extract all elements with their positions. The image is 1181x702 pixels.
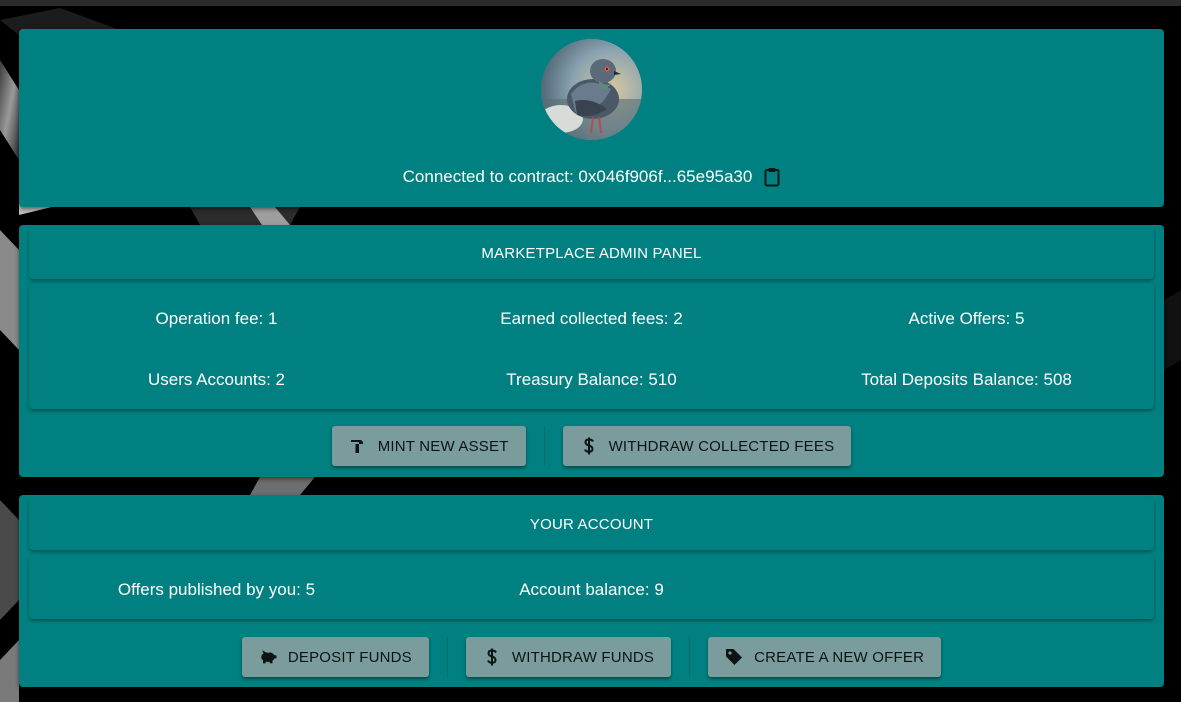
clipboard-icon[interactable] — [764, 167, 780, 187]
dollar-icon — [580, 437, 598, 455]
deposit-funds-button[interactable]: DEPOSIT FUNDS — [241, 637, 429, 677]
account-title: YOUR ACCOUNT — [529, 515, 654, 533]
admin-stats-grid: Operation fee: 1 Earned collected fees: … — [29, 283, 1154, 409]
pigeon-avatar-image — [541, 39, 642, 140]
button-divider — [543, 426, 545, 466]
admin-panel-card: MARKETPLACE ADMIN PANEL Operation fee: 1… — [19, 225, 1164, 477]
mint-new-asset-label: MINT NEW ASSET — [377, 437, 509, 455]
contract-card: Connected to contract: 0x046f906f...65e9… — [19, 29, 1164, 207]
button-divider — [689, 637, 691, 677]
earned-fees-stat: Earned collected fees: 2 — [500, 309, 683, 328]
withdraw-collected-fees-label: WITHDRAW COLLECTED FEES — [608, 437, 835, 455]
account-card: YOUR ACCOUNT Offers published by you: 5 … — [19, 495, 1164, 687]
admin-actions: MINT NEW ASSET WITHDRAW COLLECTED FEES — [19, 426, 1164, 466]
offers-published-stat: Offers published by you: 5 — [117, 580, 316, 599]
withdraw-funds-label: WITHDRAW FUNDS — [511, 648, 655, 666]
hammer-icon — [349, 437, 367, 455]
account-actions: DEPOSIT FUNDS WITHDRAW FUNDS CREATE A NE… — [19, 637, 1164, 677]
account-header: YOUR ACCOUNT — [29, 498, 1154, 550]
deposit-funds-label: DEPOSIT FUNDS — [287, 648, 412, 666]
admin-panel-title: MARKETPLACE ADMIN PANEL — [481, 244, 702, 262]
button-divider — [446, 637, 448, 677]
dollar-icon — [483, 648, 501, 666]
withdraw-collected-fees-button[interactable]: WITHDRAW COLLECTED FEES — [562, 426, 852, 466]
withdraw-funds-button[interactable]: WITHDRAW FUNDS — [465, 637, 672, 677]
total-deposits-stat: Total Deposits Balance: 508 — [861, 370, 1072, 389]
users-accounts-stat: Users Accounts: 2 — [147, 370, 285, 389]
piggy-bank-icon — [259, 648, 277, 666]
tag-icon — [725, 648, 743, 666]
contract-address-label: Connected to contract: 0x046f906f...65e9… — [402, 167, 753, 186]
operation-fee-stat: Operation fee: 1 — [155, 309, 278, 328]
create-new-offer-button[interactable]: CREATE A NEW OFFER — [708, 637, 942, 677]
create-new-offer-label: CREATE A NEW OFFER — [754, 648, 925, 666]
account-stats-grid: Offers published by you: 5 Account balan… — [29, 555, 1154, 619]
treasury-balance-stat: Treasury Balance: 510 — [506, 370, 677, 389]
admin-panel-header: MARKETPLACE ADMIN PANEL — [29, 227, 1154, 279]
account-balance-stat: Account balance: 9 — [519, 580, 664, 599]
avatar — [541, 39, 642, 140]
contract-address-row: Connected to contract: 0x046f906f...65e9… — [19, 165, 1164, 189]
mint-new-asset-button[interactable]: MINT NEW ASSET — [331, 426, 526, 466]
active-offers-stat: Active Offers: 5 — [908, 309, 1025, 328]
